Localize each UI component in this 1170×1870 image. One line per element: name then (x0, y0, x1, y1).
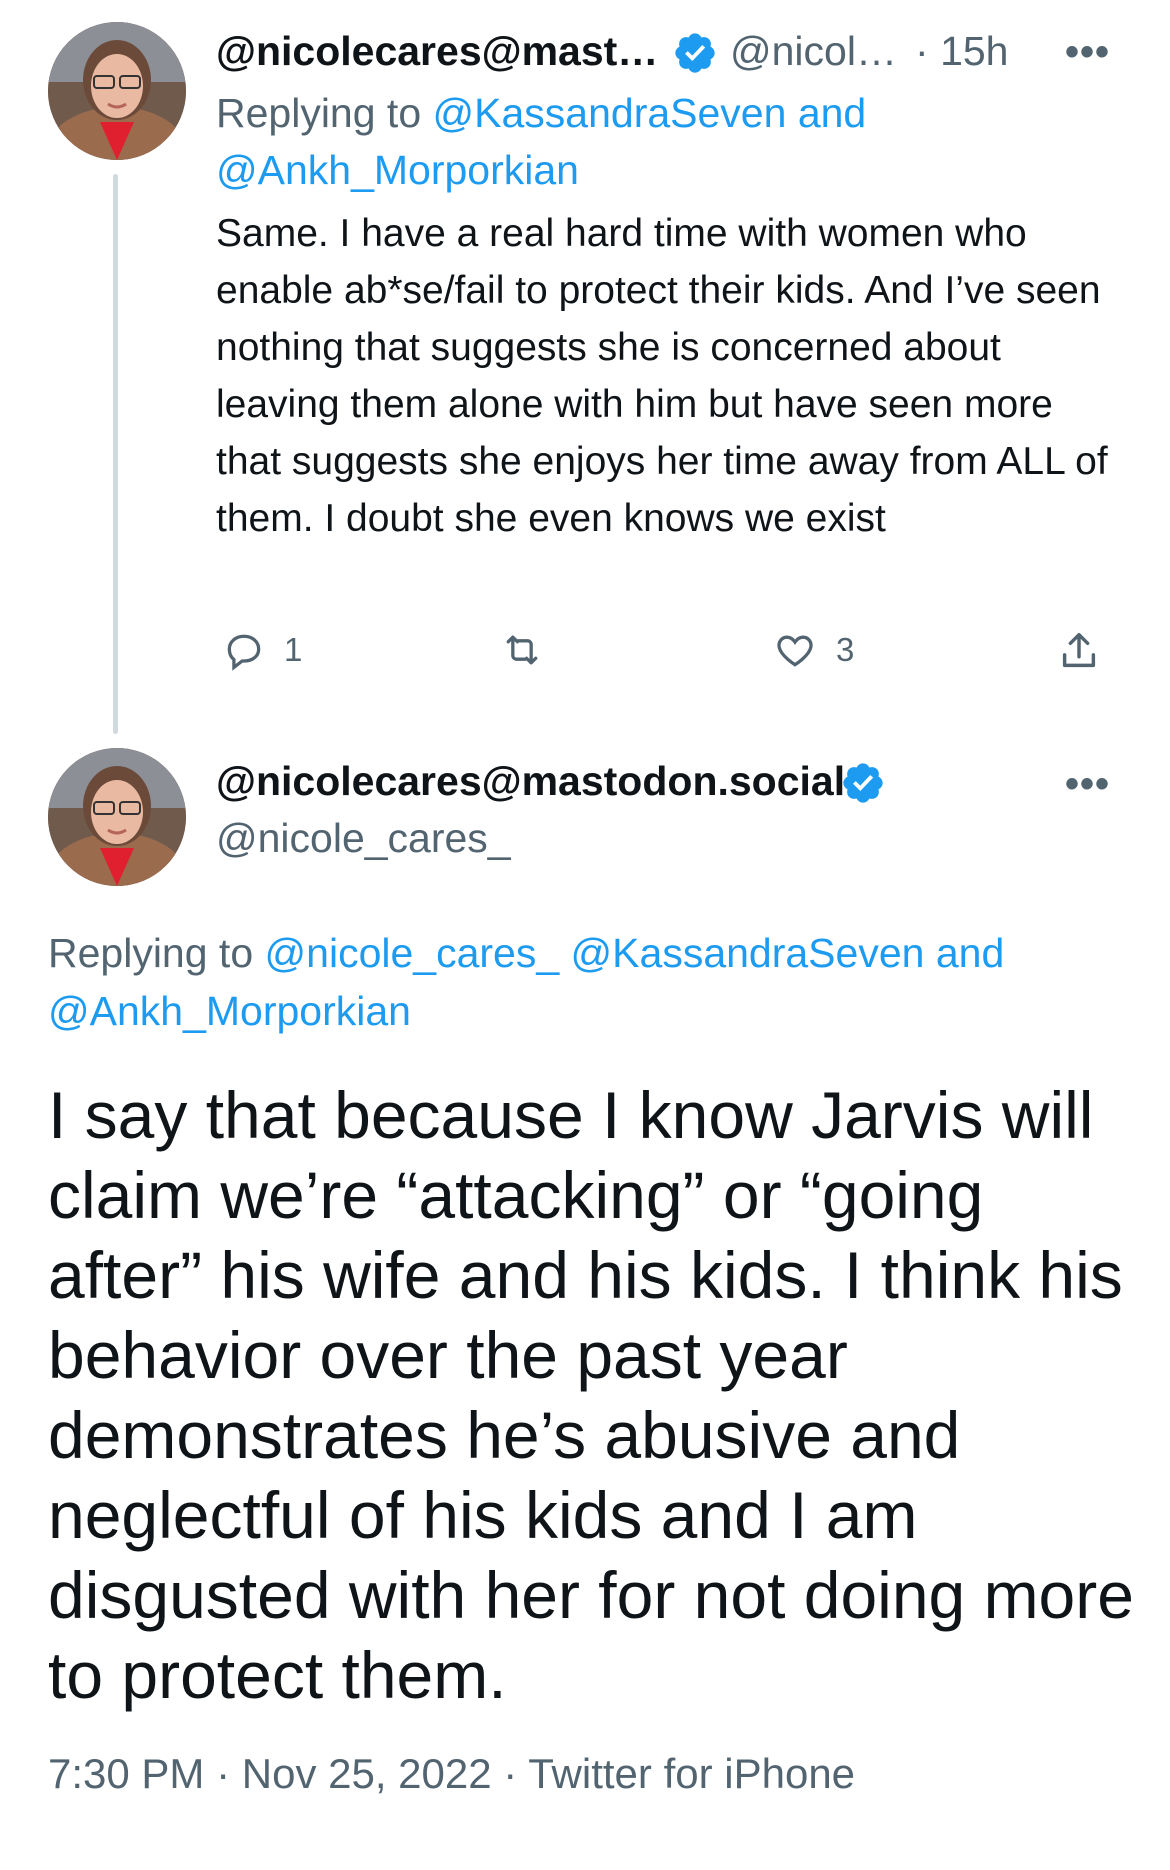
tweet-text: Same. I have a real hard time with women… (216, 212, 1108, 540)
replying-prefix: Replying to (216, 90, 422, 136)
replying-and: and (935, 930, 1005, 976)
mention-link[interactable]: @Ankh_Morporkian (48, 988, 411, 1034)
heart-icon (777, 635, 813, 667)
tweet1-header: @nicolecares@mast… (216, 28, 658, 75)
tweet-time[interactable]: 7:30 PM (48, 1750, 204, 1797)
tweet-meta: 7:30 PM · Nov 25, 2022 · Twitter for iPh… (48, 1750, 855, 1798)
display-name[interactable]: @nicolecares@mast… (216, 28, 658, 74)
handle[interactable]: @nicole_cares_ (216, 815, 511, 861)
tweet-actions: 1 3 (216, 628, 1116, 688)
tweet-date[interactable]: Nov 25, 2022 (242, 1750, 492, 1797)
display-name[interactable]: @nicolecares@mastodon.social (216, 758, 845, 804)
reply-button[interactable]: 1 (222, 628, 302, 672)
mention-link[interactable]: @KassandraSeven (571, 930, 925, 976)
like-button[interactable]: 3 (772, 628, 854, 672)
avatar[interactable] (48, 22, 186, 160)
verified-badge-icon (675, 33, 715, 73)
tweet-text: I say that because I know Jarvis will cl… (48, 1078, 1134, 1712)
more-dots-icon[interactable]: ••• (1065, 30, 1110, 75)
more-dots-icon[interactable]: ••• (1065, 762, 1110, 807)
avatar[interactable] (48, 748, 186, 886)
thread-connector (113, 174, 118, 734)
mention-link[interactable]: @nicole_cares_ (265, 930, 560, 976)
like-count: 3 (836, 631, 855, 668)
replying-and: and (797, 90, 867, 136)
mention-link[interactable]: @Ankh_Morporkian (216, 147, 579, 193)
reply-count: 1 (284, 631, 303, 668)
share-icon (1062, 632, 1096, 668)
handle[interactable]: @nicol… (730, 28, 897, 74)
retweet-button[interactable] (498, 628, 564, 672)
replying-prefix: Replying to (48, 930, 254, 976)
replying-to: Replying to @nicole_cares_ @KassandraSev… (48, 930, 1004, 977)
meta-separator: · (216, 1750, 231, 1797)
mention-link[interactable]: @KassandraSeven (433, 90, 787, 136)
reply-icon (227, 634, 261, 671)
retweet-icon (506, 635, 538, 665)
tweet-source: Twitter for iPhone (528, 1750, 856, 1797)
separator-dot: · (915, 28, 929, 74)
tweet-time[interactable]: 15h (940, 28, 1008, 74)
share-button[interactable] (1056, 628, 1102, 674)
meta-separator: · (503, 1750, 518, 1797)
verified-badge-icon (843, 763, 883, 803)
replying-to: Replying to @KassandraSeven and (216, 90, 866, 137)
